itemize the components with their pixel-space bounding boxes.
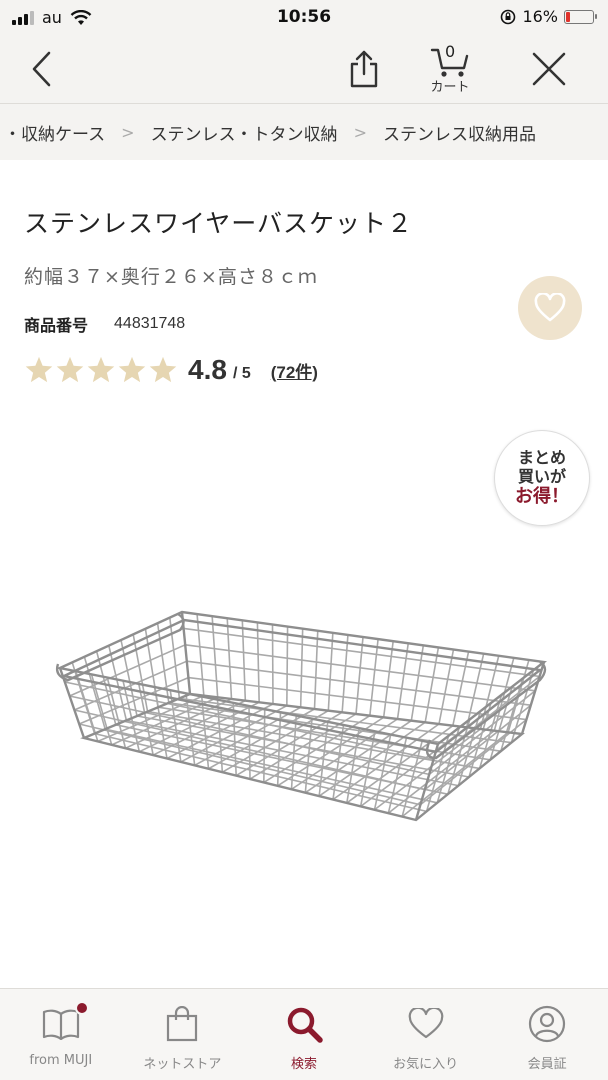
rating-stars [24,355,178,385]
heart-icon [534,293,566,322]
status-right: 16% [500,7,597,26]
chevron-left-icon [32,51,51,87]
cart-icon-wrap: 0 [430,41,470,78]
review-count-link[interactable]: (72件) [271,358,318,383]
product-size: 約幅３７×奥行２６×高さ８ｃｍ [24,266,318,288]
sku-label: 商品番号 [24,316,89,335]
star-icon [87,356,115,383]
battery-percent: 16% [522,7,558,26]
close-icon [532,52,566,86]
bulk-discount-badge[interactable]: まとめ 買いが お得！ [494,430,590,526]
breadcrumb-item[interactable]: ステンレス収納用品 [379,120,540,145]
tab-label: from MUJI [29,1053,93,1068]
bulk-line-3: お得！ [515,486,569,508]
tab-from-muji[interactable]: from MUJI [0,989,122,1080]
star-icon [56,356,84,383]
tab-favorites[interactable]: お気に入り [365,989,487,1080]
close-button[interactable] [524,34,574,104]
tab-label: 会員証 [527,1057,567,1072]
breadcrumb: ・収納ケース > ステンレス・トタン収納 > ステンレス収納用品 [0,104,608,160]
rating-max: / 5 [232,365,251,382]
product-image[interactable] [50,590,560,830]
shopping-bag-icon [167,1006,198,1042]
tab-net-store[interactable]: ネットストア [122,989,244,1080]
notification-dot [75,1001,89,1015]
tab-label: お気に入り [393,1057,459,1072]
share-icon [350,50,378,88]
orientation-lock-icon [501,9,516,24]
user-icon [529,1005,566,1043]
tab-label: 検索 [290,1057,317,1072]
favorite-button[interactable] [518,276,582,340]
sku-value: 44831748 [114,315,186,332]
book-icon [42,1009,79,1040]
tab-member-card[interactable]: 会員証 [486,989,608,1080]
star-icon [149,356,177,383]
battery-icon [564,9,597,24]
share-button[interactable] [340,34,388,104]
heart-icon [408,1008,443,1039]
search-icon [287,1007,323,1043]
breadcrumb-item[interactable]: ステンレス・トタン収納 [147,120,342,145]
status-bar: au 10:56 16% [0,0,608,34]
cart-count: 0 [445,41,456,61]
rating-row: 4.8 / 5 (72件) [24,354,318,386]
sku-row: 商品番号 44831748 [24,312,185,336]
breadcrumb-item[interactable]: ・収納ケース [0,120,109,145]
tab-search[interactable]: 検索 [243,989,365,1080]
nav-bar: 0 カート [0,34,608,104]
product-title: ステンレスワイヤーバスケット２ [24,209,414,238]
star-icon [118,356,146,383]
rating-value: 4.8 [188,354,227,385]
star-icon [25,356,53,383]
back-button[interactable] [20,34,64,104]
tab-label: ネットストア [143,1057,222,1072]
bulk-line-2: 買いが [517,467,566,487]
tab-bar: from MUJI ネットストア 検索 お気に入り 会員証 [0,988,608,1080]
breadcrumb-separator: > [353,122,367,142]
breadcrumb-separator: > [121,122,135,142]
cart-label: カート [430,79,470,95]
bulk-line-1: まとめ [517,448,566,468]
cart-button[interactable]: 0 カート [420,34,480,104]
